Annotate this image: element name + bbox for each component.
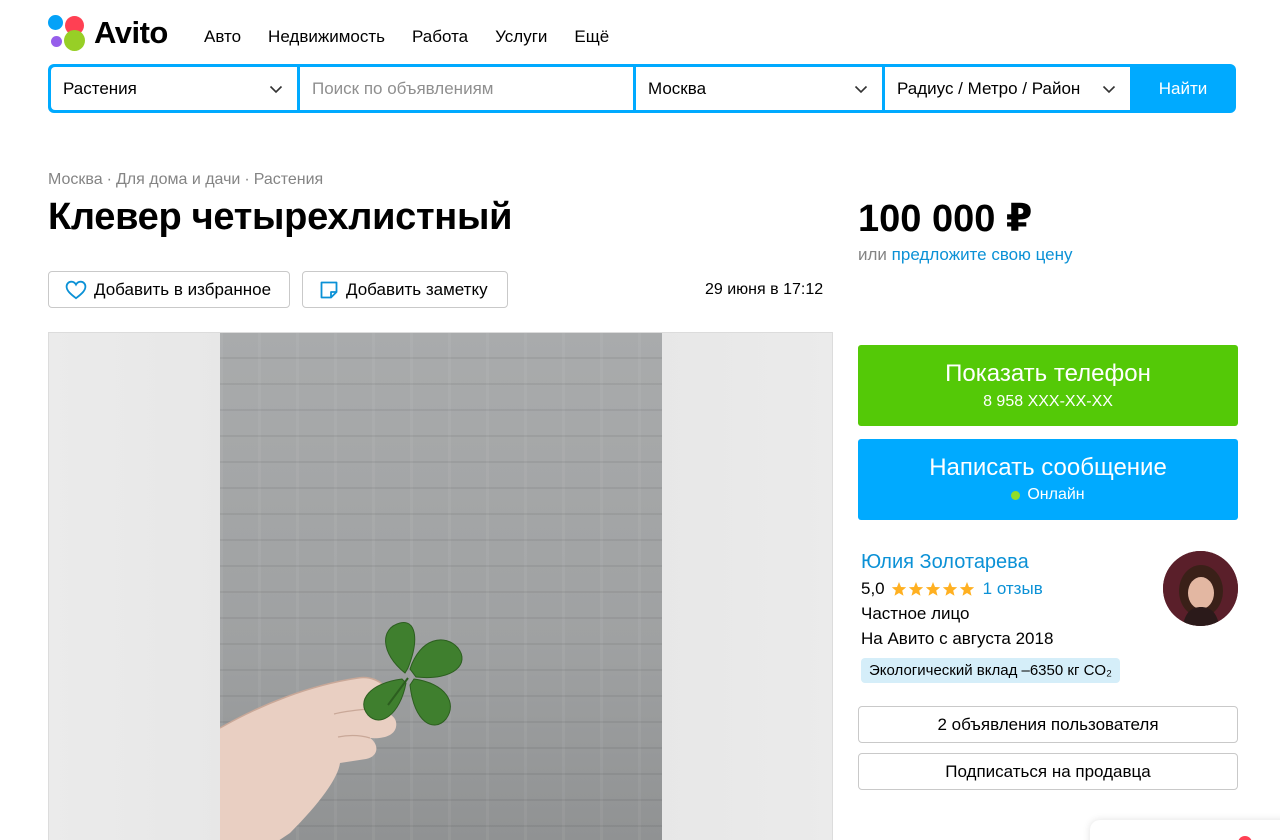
online-dot-icon — [1011, 490, 1021, 500]
nav-item-more[interactable]: Ещё — [574, 27, 609, 47]
show-phone-label: Показать телефон — [945, 360, 1151, 387]
note-label: Добавить заметку — [346, 279, 488, 299]
city-select[interactable]: Москва — [636, 67, 882, 110]
breadcrumb-item-city[interactable]: Москва — [48, 171, 103, 188]
search-input[interactable] — [312, 78, 621, 99]
nav-item-services[interactable]: Услуги — [495, 27, 547, 47]
star-icon — [908, 582, 923, 596]
chevron-down-icon — [1102, 85, 1116, 94]
add-note-button[interactable]: Добавить заметку — [302, 271, 508, 308]
search-button[interactable]: Найти — [1133, 67, 1233, 110]
breadcrumb-separator: · — [106, 171, 112, 188]
note-icon — [320, 281, 338, 298]
notification-dot-icon — [1238, 836, 1252, 840]
seller-rating: 5,0 1 отзыв — [861, 579, 1043, 599]
avatar-image — [1163, 551, 1238, 626]
rating-stars — [891, 581, 976, 597]
chevron-down-icon — [854, 85, 868, 94]
online-status-label: Онлайн — [1027, 486, 1085, 503]
add-to-favorites-button[interactable]: Добавить в избранное — [48, 271, 290, 308]
seller-ads-button[interactable]: 2 объявления пользователя — [858, 706, 1238, 743]
offer-price-link[interactable]: предложите свою цену — [892, 245, 1073, 264]
search-input-wrap — [300, 67, 633, 110]
category-select[interactable]: Растения — [51, 67, 297, 110]
reviews-link[interactable]: 1 отзыв — [983, 579, 1043, 599]
online-status: Онлайн — [1011, 486, 1085, 504]
write-message-button[interactable]: Написать сообщение Онлайн — [858, 439, 1238, 520]
publish-date: 29 июня в 17:12 — [705, 281, 824, 298]
subscribe-seller-button[interactable]: Подписаться на продавца — [858, 753, 1238, 790]
eco-badge: Экологический вклад –6350 кг CO₂ — [861, 658, 1120, 683]
corner-widget[interactable] — [1090, 820, 1280, 840]
nav-item-auto[interactable]: Авто — [204, 27, 241, 47]
seller-type: Частное лицо — [861, 604, 970, 623]
category-value: Растения — [63, 78, 137, 98]
nav-item-jobs[interactable]: Работа — [412, 27, 468, 47]
star-icon — [925, 582, 940, 596]
price-offer-prefix: или — [858, 245, 887, 264]
favorite-label: Добавить в избранное — [94, 279, 272, 299]
breadcrumb-separator: · — [244, 171, 250, 188]
price-offer: или предложите свою цену — [858, 245, 1073, 265]
top-nav: Авто Недвижимость Работа Услуги Ещё — [204, 27, 636, 47]
photo-gallery[interactable] — [48, 332, 833, 840]
listing-photo[interactable] — [220, 333, 662, 840]
show-phone-button[interactable]: Показать телефон 8 958 XXX-XX-XX — [858, 345, 1238, 426]
price: 100 000 ₽ — [858, 198, 1033, 240]
phone-masked: 8 958 XXX-XX-XX — [983, 393, 1113, 410]
seller-since: На Авито с августа 2018 — [861, 629, 1054, 648]
logo-text: Avito — [94, 15, 168, 50]
city-value: Москва — [648, 78, 707, 98]
write-message-label: Написать сообщение — [929, 454, 1167, 481]
breadcrumb-item-plants[interactable]: Растения — [254, 171, 324, 188]
heart-icon — [65, 280, 87, 299]
star-icon — [942, 582, 957, 596]
seller-avatar[interactable] — [1163, 551, 1238, 626]
nav-item-realty[interactable]: Недвижимость — [268, 27, 385, 47]
rating-value: 5,0 — [861, 579, 885, 598]
breadcrumb-item-home[interactable]: Для дома и дачи — [116, 171, 240, 188]
chevron-down-icon — [269, 85, 283, 94]
radius-value: Радиус / Метро / Район — [897, 78, 1081, 98]
breadcrumb: Москва · Для дома и дачи · Растения — [48, 171, 323, 189]
seller-name[interactable]: Юлия Золотарева — [861, 551, 1029, 574]
clover-hand-illustration — [220, 622, 463, 840]
search-bar: Растения Москва Радиус / Метро / Район Н… — [48, 64, 1236, 113]
page-title: Клевер четырехлистный — [48, 196, 513, 238]
avito-logo[interactable]: Avito — [48, 14, 168, 52]
logo-dots-icon — [48, 14, 88, 52]
radius-select[interactable]: Радиус / Метро / Район — [885, 67, 1130, 110]
star-icon — [891, 582, 906, 596]
star-icon — [959, 582, 974, 596]
